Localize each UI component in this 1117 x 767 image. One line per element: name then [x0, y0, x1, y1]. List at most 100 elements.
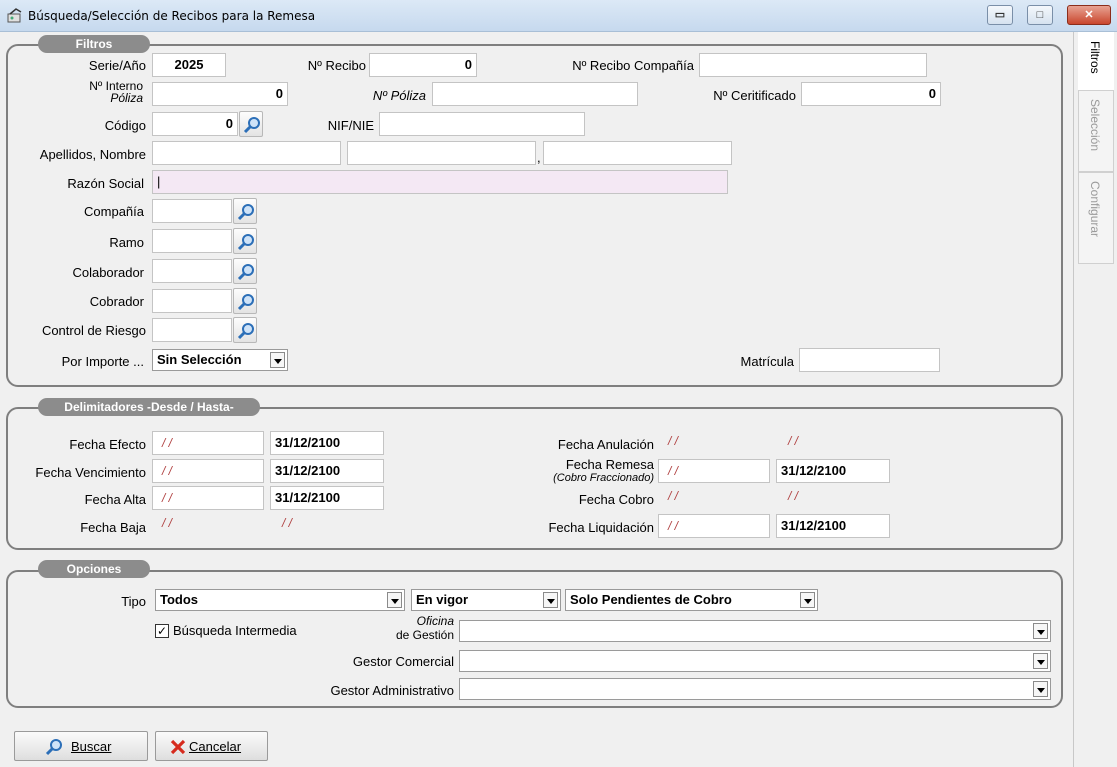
buscar-label: Buscar — [71, 739, 112, 754]
close-button[interactable]: ✕ — [1067, 5, 1111, 25]
fecha-liquidacion-hasta[interactable]: 31/12/2100 — [776, 514, 890, 538]
control-riesgo-label: Control de Riesgo — [41, 323, 146, 338]
fecha-liquidacion-desde-value: / / — [668, 519, 679, 533]
fecha-remesa-hasta[interactable]: 31/12/2100 — [776, 459, 890, 483]
importe-label: Por Importe ... — [61, 354, 144, 369]
apellido2-field[interactable] — [347, 141, 536, 165]
oficina-sub-label: de Gestión — [395, 628, 454, 642]
fecha-remesa-desde-value: / / — [668, 464, 679, 478]
tab-filtros[interactable]: Filtros — [1078, 32, 1114, 90]
busqueda-intermedia-checkbox[interactable]: ✓ — [155, 624, 169, 638]
fecha-baja-hasta[interactable]: / / — [282, 516, 292, 530]
tipo-label: Tipo — [121, 594, 146, 609]
ramo-field[interactable] — [152, 229, 232, 253]
vigor-select-value: En vigor — [416, 592, 469, 607]
chevron-down-icon — [1033, 623, 1048, 639]
importe-select-value: Sin Selección — [157, 352, 242, 367]
title-bar: Búsqueda/Selección de Recibos para la Re… — [0, 0, 1117, 32]
compania-label: Compañía — [84, 204, 144, 219]
fecha-alta-desde[interactable]: / / — [152, 486, 264, 510]
oficina-gestion-select[interactable] — [459, 620, 1051, 642]
fecha-remesa-sub-label: (Cobro Fraccionado) — [553, 472, 654, 484]
fecha-alta-label: Fecha Alta — [84, 492, 146, 507]
tab-seleccion[interactable]: Selección — [1078, 90, 1114, 172]
fecha-liquidacion-desde[interactable]: / / — [658, 514, 770, 538]
fecha-anulacion-desde[interactable]: / / — [668, 434, 678, 448]
cobrador-field[interactable] — [152, 289, 232, 313]
filtros-title: Filtros — [38, 35, 150, 53]
serie-field[interactable]: 2025 — [152, 53, 226, 77]
colaborador-field[interactable] — [152, 259, 232, 283]
nrecibo-compania-label: Nº Recibo Compañía — [572, 58, 694, 73]
nrecibo-compania-field[interactable] — [699, 53, 927, 77]
search-icon — [237, 234, 254, 251]
fecha-cobro-label: Fecha Cobro — [578, 492, 654, 507]
fecha-vencimiento-desde-value: / / — [162, 464, 173, 478]
fecha-baja-desde[interactable]: / / — [162, 516, 172, 530]
buscar-button[interactable]: Buscar — [14, 731, 148, 761]
vigor-select[interactable]: En vigor — [411, 589, 561, 611]
cobrador-label: Cobrador — [89, 294, 144, 309]
cancelar-button[interactable]: Cancelar — [155, 731, 268, 761]
fecha-cobro-desde[interactable]: / / — [668, 489, 678, 503]
search-icon — [45, 739, 62, 756]
tab-filtros-label: Filtros — [1088, 41, 1102, 74]
fecha-vencimiento-hasta[interactable]: 31/12/2100 — [270, 459, 384, 483]
side-tabs: Filtros Selección Configurar — [1073, 32, 1117, 767]
search-icon — [237, 264, 254, 281]
ncertificado-field[interactable]: 0 — [801, 82, 941, 106]
fecha-remesa-desde[interactable]: / / — [658, 459, 770, 483]
compania-search-button[interactable] — [233, 198, 257, 224]
ncertificado-label: Nº Ceritificado — [713, 88, 796, 103]
ramo-search-button[interactable] — [233, 228, 257, 254]
cancelar-label: Cancelar — [189, 739, 242, 754]
fecha-vencimiento-label: Fecha Vencimiento — [35, 465, 146, 480]
fecha-cobro-hasta[interactable]: / / — [788, 489, 798, 503]
apellido1-field[interactable] — [152, 141, 341, 165]
minimize-icon: ▭ — [994, 9, 1006, 21]
fecha-efecto-hasta[interactable]: 31/12/2100 — [270, 431, 384, 455]
razon-social-field[interactable]: | — [152, 170, 728, 194]
tab-configurar-label: Configurar — [1088, 181, 1102, 238]
colaborador-search-button[interactable] — [233, 258, 257, 284]
matricula-field[interactable] — [799, 348, 940, 372]
search-icon — [237, 204, 254, 221]
npoliza-field[interactable] — [432, 82, 638, 106]
tipo-select[interactable]: Todos — [155, 589, 405, 611]
app-icon — [7, 8, 22, 23]
gestor-administrativo-select[interactable] — [459, 678, 1051, 700]
search-icon — [243, 117, 260, 134]
busqueda-intermedia-label: Búsqueda Intermedia — [173, 623, 297, 638]
codigo-search-button[interactable] — [239, 111, 263, 137]
nombre-field[interactable] — [543, 141, 732, 165]
pendientes-select-value: Solo Pendientes de Cobro — [570, 592, 732, 607]
pendientes-select[interactable]: Solo Pendientes de Cobro — [565, 589, 818, 611]
razon-social-label: Razón Social — [67, 176, 144, 191]
delimitadores-title: Delimitadores -Desde / Hasta- — [38, 398, 260, 416]
compania-field[interactable] — [152, 199, 232, 223]
fecha-efecto-desde[interactable]: / / — [152, 431, 264, 455]
codigo-field[interactable]: 0 — [152, 112, 238, 136]
tab-configurar[interactable]: Configurar — [1078, 172, 1114, 264]
ninterno-field[interactable]: 0 — [152, 82, 288, 106]
fecha-vencimiento-desde[interactable]: / / — [152, 459, 264, 483]
gestor-administrativo-label: Gestor Administrativo — [330, 683, 454, 698]
chevron-down-icon — [543, 592, 558, 608]
control-riesgo-field[interactable] — [152, 318, 232, 342]
control-riesgo-search-button[interactable] — [233, 317, 257, 343]
minimize-button[interactable]: ▭ — [987, 5, 1013, 25]
fecha-anulacion-hasta[interactable]: / / — [788, 434, 798, 448]
window-title: Búsqueda/Selección de Recibos para la Re… — [28, 9, 316, 23]
close-icon: ✕ — [1084, 9, 1094, 21]
importe-select[interactable]: Sin Selección — [152, 349, 288, 371]
fecha-anulacion-label: Fecha Anulación — [557, 437, 654, 452]
fecha-alta-hasta[interactable]: 31/12/2100 — [270, 486, 384, 510]
matricula-label: Matrícula — [740, 354, 794, 369]
gestor-comercial-select[interactable] — [459, 650, 1051, 672]
close-icon — [170, 739, 186, 755]
nif-field[interactable] — [379, 112, 585, 136]
nrecibo-field[interactable]: 0 — [369, 53, 477, 77]
cobrador-search-button[interactable] — [233, 288, 257, 314]
maximize-button[interactable]: □ — [1027, 5, 1053, 25]
fecha-alta-desde-value: / / — [162, 491, 173, 505]
